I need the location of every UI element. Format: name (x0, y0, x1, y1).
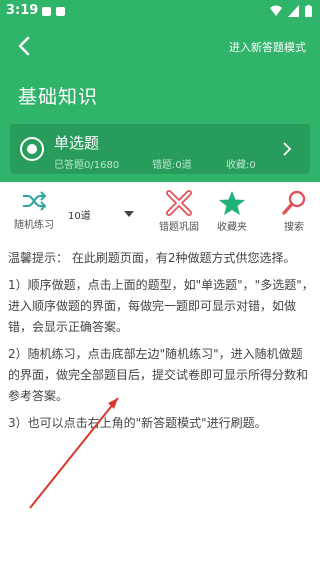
annotation-arrow-icon (29, 397, 119, 509)
